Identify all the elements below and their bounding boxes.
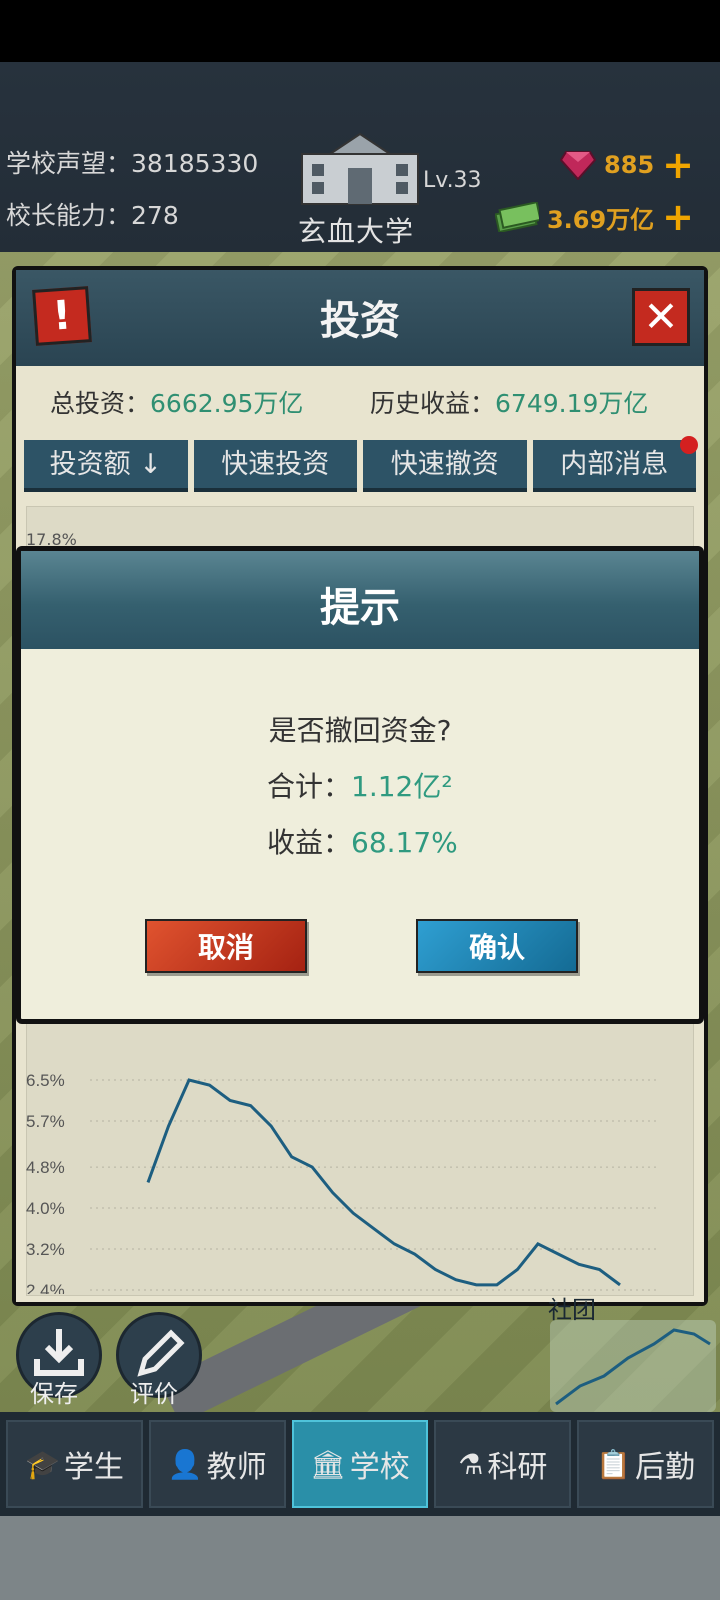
- nav-teachers[interactable]: 👤 教师: [148, 1420, 286, 1508]
- student-icon: 🎓: [24, 1447, 60, 1481]
- reputation-stat: 学校声望：38185330: [6, 144, 258, 180]
- nav-logistics-label: 后勤: [635, 1450, 696, 1485]
- tab-quick-invest[interactable]: 快速投资: [193, 440, 357, 492]
- tab-quick-withdraw[interactable]: 快速撤资: [363, 440, 527, 492]
- y-tick-label: 6.5%: [26, 1071, 65, 1090]
- principal-label: 校长能力：: [6, 201, 132, 230]
- withdraw-confirm-dialog: 提示 是否撤回资金? 合计：1.12亿² 收益：68.17% 取消 确认: [16, 546, 704, 1024]
- principal-value: 278: [131, 201, 179, 230]
- bottom-nav: 🎓 学生 👤 教师 🏛 学校 ⚗ 科研 📋 后勤: [0, 1412, 720, 1516]
- total-investment: 总投资：6662.95万亿: [50, 384, 303, 420]
- gem-count: 885: [604, 151, 655, 179]
- total-investment-value: 6662.95万亿: [150, 389, 304, 418]
- dialog-header: 提示: [21, 551, 699, 649]
- mini-trend-chart[interactable]: [550, 1320, 716, 1412]
- invest-panel-title: 投资: [320, 298, 400, 344]
- dialog-profit-label: 收益：: [267, 826, 352, 859]
- cash-icon: [494, 202, 539, 232]
- dialog-question: 是否撤回资金?: [268, 714, 452, 747]
- dialog-title: 提示: [320, 585, 400, 631]
- add-money-button[interactable]: +: [662, 198, 694, 236]
- dialog-sum-label: 合计：: [267, 770, 352, 803]
- money-amount: 3.69万亿: [546, 205, 655, 234]
- nav-students-label: 学生: [63, 1450, 124, 1485]
- close-icon[interactable]: ✕: [632, 288, 690, 346]
- rate-label: 评价: [130, 1380, 178, 1408]
- school-name: 玄血大学: [298, 215, 415, 248]
- notification-dot: [680, 436, 698, 454]
- dialog-sum-row: 合计：1.12亿²: [267, 765, 453, 805]
- cancel-button[interactable]: 取消: [145, 919, 307, 973]
- history-earnings-label: 历史收益：: [370, 389, 496, 418]
- dialog-profit-value: 68.17%: [351, 826, 458, 859]
- tab-insider-news[interactable]: 内部消息: [532, 440, 696, 492]
- nav-logistics[interactable]: 📋 后勤: [577, 1420, 714, 1508]
- nav-research[interactable]: ⚗ 科研: [434, 1420, 572, 1508]
- series-line: [146, 1078, 621, 1287]
- dialog-sum-value: 1.12亿²: [351, 770, 453, 803]
- flask-icon: ⚗: [458, 1447, 484, 1481]
- school-building-icon[interactable]: [300, 132, 420, 206]
- invest-tabs: 投资额 ↓ 快速投资 快速撤资 内部消息: [24, 440, 696, 492]
- nav-teachers-label: 教师: [206, 1450, 267, 1485]
- school-level: Lv.33: [423, 168, 482, 193]
- invest-panel-header: ! 投资 ✕: [16, 270, 704, 366]
- money-resource: 3.69万亿 +: [494, 198, 694, 236]
- y-tick-label: 4.0%: [26, 1199, 65, 1218]
- add-gems-button[interactable]: +: [662, 146, 694, 184]
- nav-school-label: 学校: [349, 1450, 410, 1485]
- trend-line-icon: [555, 1328, 711, 1406]
- system-area: [0, 1516, 720, 1600]
- gem-icon: [560, 151, 597, 180]
- save-label: 保存: [30, 1380, 78, 1408]
- reputation-value: 38185330: [131, 149, 259, 178]
- reputation-label: 学校声望：: [6, 149, 132, 178]
- history-earnings-value: 6749.19万亿: [495, 389, 649, 418]
- history-earnings: 历史收益：6749.19万亿: [370, 384, 648, 420]
- clipboard-icon: 📋: [596, 1447, 632, 1481]
- school-icon: 🏛: [310, 1447, 346, 1481]
- y-tick-label: 3.2%: [26, 1240, 65, 1259]
- status-bar: [0, 0, 720, 62]
- principal-stat: 校长能力：278: [6, 196, 179, 232]
- dialog-profit-row: 收益：68.17%: [267, 821, 458, 861]
- y-tick-label: 2.4%: [26, 1281, 65, 1294]
- y-tick-label: 5.7%: [26, 1112, 65, 1131]
- teacher-icon: 👤: [167, 1447, 203, 1481]
- total-investment-label: 总投资：: [50, 389, 151, 418]
- tab-invest-amount[interactable]: 投资额 ↓: [24, 440, 188, 492]
- y-tick-label: 4.8%: [26, 1158, 65, 1177]
- nav-research-label: 科研: [487, 1450, 548, 1485]
- gem-resource: 885 +: [560, 146, 694, 184]
- confirm-button[interactable]: 确认: [416, 919, 578, 973]
- nav-students[interactable]: 🎓 学生: [6, 1420, 143, 1508]
- nav-school[interactable]: 🏛 学校: [291, 1420, 429, 1508]
